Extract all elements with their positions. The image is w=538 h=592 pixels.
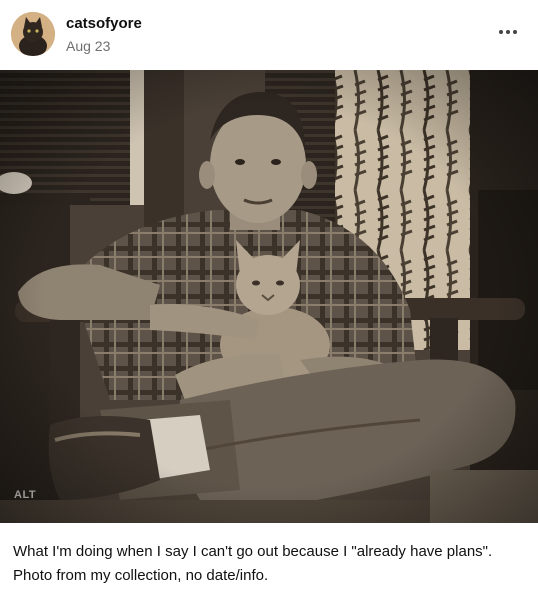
vintage-photo-illustration <box>0 70 538 523</box>
post-date: Aug 23 <box>66 38 111 54</box>
post-photo[interactable]: ALT <box>0 70 538 523</box>
blog-avatar[interactable] <box>11 12 55 56</box>
more-options-button[interactable] <box>496 20 520 44</box>
more-dot <box>513 30 517 34</box>
cat-avatar-icon <box>11 12 55 56</box>
post-caption: What I'm doing when I say I can't go out… <box>13 543 493 584</box>
blog-name-link[interactable]: catsofyore <box>66 15 142 32</box>
more-dots-icon <box>499 30 503 34</box>
alt-text-badge[interactable]: ALT <box>14 489 36 501</box>
post: catsofyore Aug 23 ALT What I'm doing whe… <box>0 0 538 592</box>
post-header: catsofyore Aug 23 <box>0 0 538 70</box>
more-dot <box>506 30 510 34</box>
